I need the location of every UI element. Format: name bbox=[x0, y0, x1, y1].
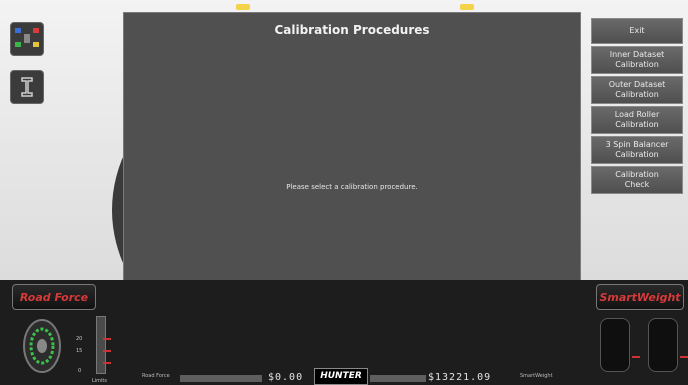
inner-dataset-calibration-button[interactable]: Inner Dataset Calibration bbox=[591, 46, 683, 74]
smartweight-value: $13221.09 bbox=[428, 372, 492, 383]
outer-dataset-calibration-button[interactable]: Outer Dataset Calibration bbox=[591, 76, 683, 104]
wheel-graphic-icon bbox=[23, 319, 61, 373]
gauge-marker bbox=[103, 362, 111, 364]
top-indicator-left bbox=[236, 4, 250, 10]
gauge-tick-label: 0 bbox=[78, 368, 82, 374]
smartweight-label: SmartWeight bbox=[520, 373, 553, 379]
road-force-logo: Road Force bbox=[12, 284, 96, 310]
vehicle-layout-icon[interactable] bbox=[10, 22, 44, 56]
top-indicator-right bbox=[460, 4, 474, 10]
dialog-message: Please select a calibration procedure. bbox=[286, 183, 418, 191]
gauge-marker bbox=[103, 338, 111, 340]
exit-button[interactable]: Exit bbox=[591, 18, 683, 44]
weight-marker bbox=[632, 356, 640, 358]
spin-balancer-calibration-button[interactable]: 3 Spin Balancer Calibration bbox=[591, 136, 683, 164]
road-force-bar bbox=[180, 375, 262, 382]
gauge-marker bbox=[103, 350, 111, 352]
gauge-tick-label: 20 bbox=[76, 336, 83, 342]
hunter-logo: HUNTER bbox=[314, 368, 368, 385]
load-roller-calibration-button[interactable]: Load Roller Calibration bbox=[591, 106, 683, 134]
road-force-label: Road Force bbox=[142, 373, 170, 379]
dialog-title: Calibration Procedures bbox=[274, 23, 430, 37]
inner-plane-tyre-icon bbox=[600, 318, 630, 372]
outer-plane-tyre-icon bbox=[648, 318, 678, 372]
road-force-gauge bbox=[96, 316, 106, 374]
smartweight-logo: SmartWeight bbox=[596, 284, 684, 310]
road-force-value: $0.00 bbox=[268, 372, 304, 383]
wheel-profile-icon[interactable] bbox=[10, 70, 44, 104]
weight-marker bbox=[680, 356, 688, 358]
gauge-tick-label: 15 bbox=[76, 348, 83, 354]
limits-label: Limits bbox=[92, 378, 107, 384]
calibration-check-button[interactable]: Calibration Check bbox=[591, 166, 683, 194]
smartweight-bar bbox=[370, 375, 426, 382]
